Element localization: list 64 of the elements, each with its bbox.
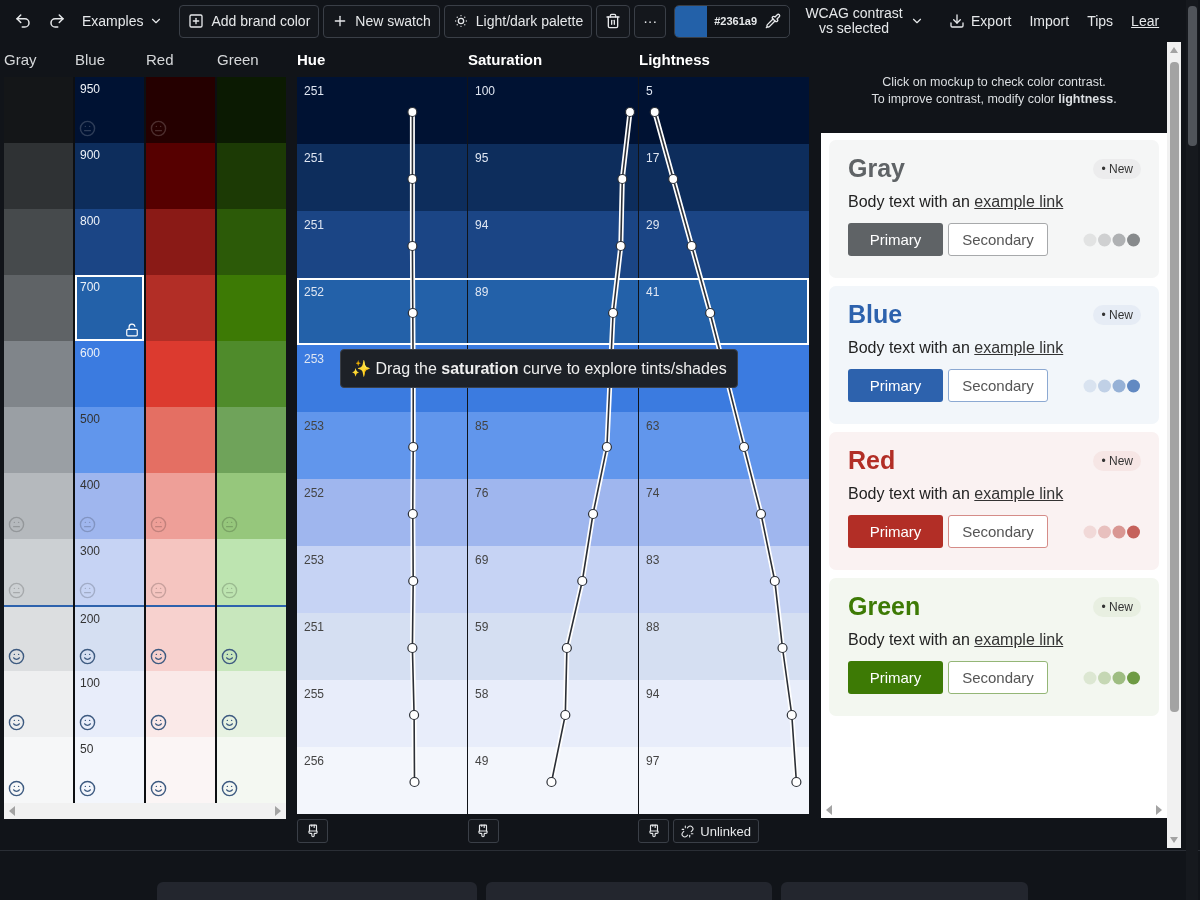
- value-label: 251: [304, 218, 325, 232]
- column-header: Blue: [75, 51, 107, 68]
- card-title: Green: [848, 592, 921, 621]
- body-text: Body text with an example link: [848, 339, 1065, 357]
- value-label: 76: [475, 486, 489, 500]
- new-badge: • New: [1093, 596, 1141, 617]
- value-label: 252: [304, 285, 325, 299]
- value-label: 49: [475, 754, 489, 768]
- value-label: 251: [304, 84, 325, 98]
- shade-label: 800: [80, 214, 101, 228]
- value-label: 74: [646, 486, 660, 500]
- shade-label: 700: [80, 280, 101, 294]
- value-label: 256: [304, 754, 325, 768]
- value-label: 5: [646, 84, 653, 98]
- value-label: 251: [304, 151, 325, 165]
- value-label: 94: [646, 687, 660, 701]
- value-label: 100: [475, 84, 496, 98]
- body-text: Body text with an example link: [848, 193, 1065, 211]
- value-label: 95: [475, 151, 489, 165]
- value-label: 89: [475, 285, 489, 299]
- shade-label: 500: [80, 412, 101, 426]
- value-label: 58: [475, 687, 489, 701]
- new-badge: • New: [1093, 450, 1141, 471]
- value-label: 63: [646, 419, 660, 433]
- value-label: 253: [304, 553, 325, 567]
- hint-text: Click on mockup to check color contrast.: [882, 74, 1106, 91]
- shade-label: 100: [80, 676, 101, 690]
- shade-label: 600: [80, 346, 101, 360]
- value-label: 253: [304, 419, 325, 433]
- card-title: Blue: [848, 300, 903, 329]
- shade-label: 900: [80, 148, 101, 162]
- value-label: 69: [475, 553, 489, 567]
- new-badge: • New: [1093, 304, 1141, 325]
- value-label: 41: [646, 285, 660, 299]
- column-header: Hue: [297, 51, 327, 68]
- value-label: 85: [475, 419, 489, 433]
- new-badge: • New: [1093, 158, 1141, 179]
- value-label: 88: [646, 620, 660, 634]
- column-header: Saturation: [468, 51, 544, 68]
- body-text: Body text with an example link: [848, 485, 1065, 503]
- column-header: Gray: [4, 51, 38, 68]
- value-label: 17: [646, 151, 660, 165]
- card-title: Gray: [848, 154, 905, 183]
- shade-label: 300: [80, 544, 101, 558]
- column-header: Red: [146, 51, 175, 68]
- shade-label: 50: [80, 742, 94, 756]
- tooltip: ✨ Drag the saturation curve to explore tints/shades: [340, 349, 738, 388]
- card-title: Red: [848, 446, 896, 475]
- value-label: 97: [646, 754, 660, 768]
- hint-text: To improve contrast, modify color lightness.: [871, 91, 1117, 108]
- value-label: 83: [646, 553, 660, 567]
- value-label: 59: [475, 620, 489, 634]
- column-header: Lightness: [639, 51, 711, 68]
- shade-label: 200: [80, 612, 101, 626]
- value-label: 253: [304, 352, 325, 366]
- value-label: 255: [304, 687, 325, 701]
- column-header: Green: [217, 51, 260, 68]
- value-label: 94: [475, 218, 489, 232]
- value-label: 252: [304, 486, 325, 500]
- value-label: 29: [646, 218, 660, 232]
- shade-label: 400: [80, 478, 101, 492]
- body-text: Body text with an example link: [848, 631, 1065, 649]
- value-label: 251: [304, 620, 325, 634]
- shade-label: 950: [80, 82, 101, 96]
